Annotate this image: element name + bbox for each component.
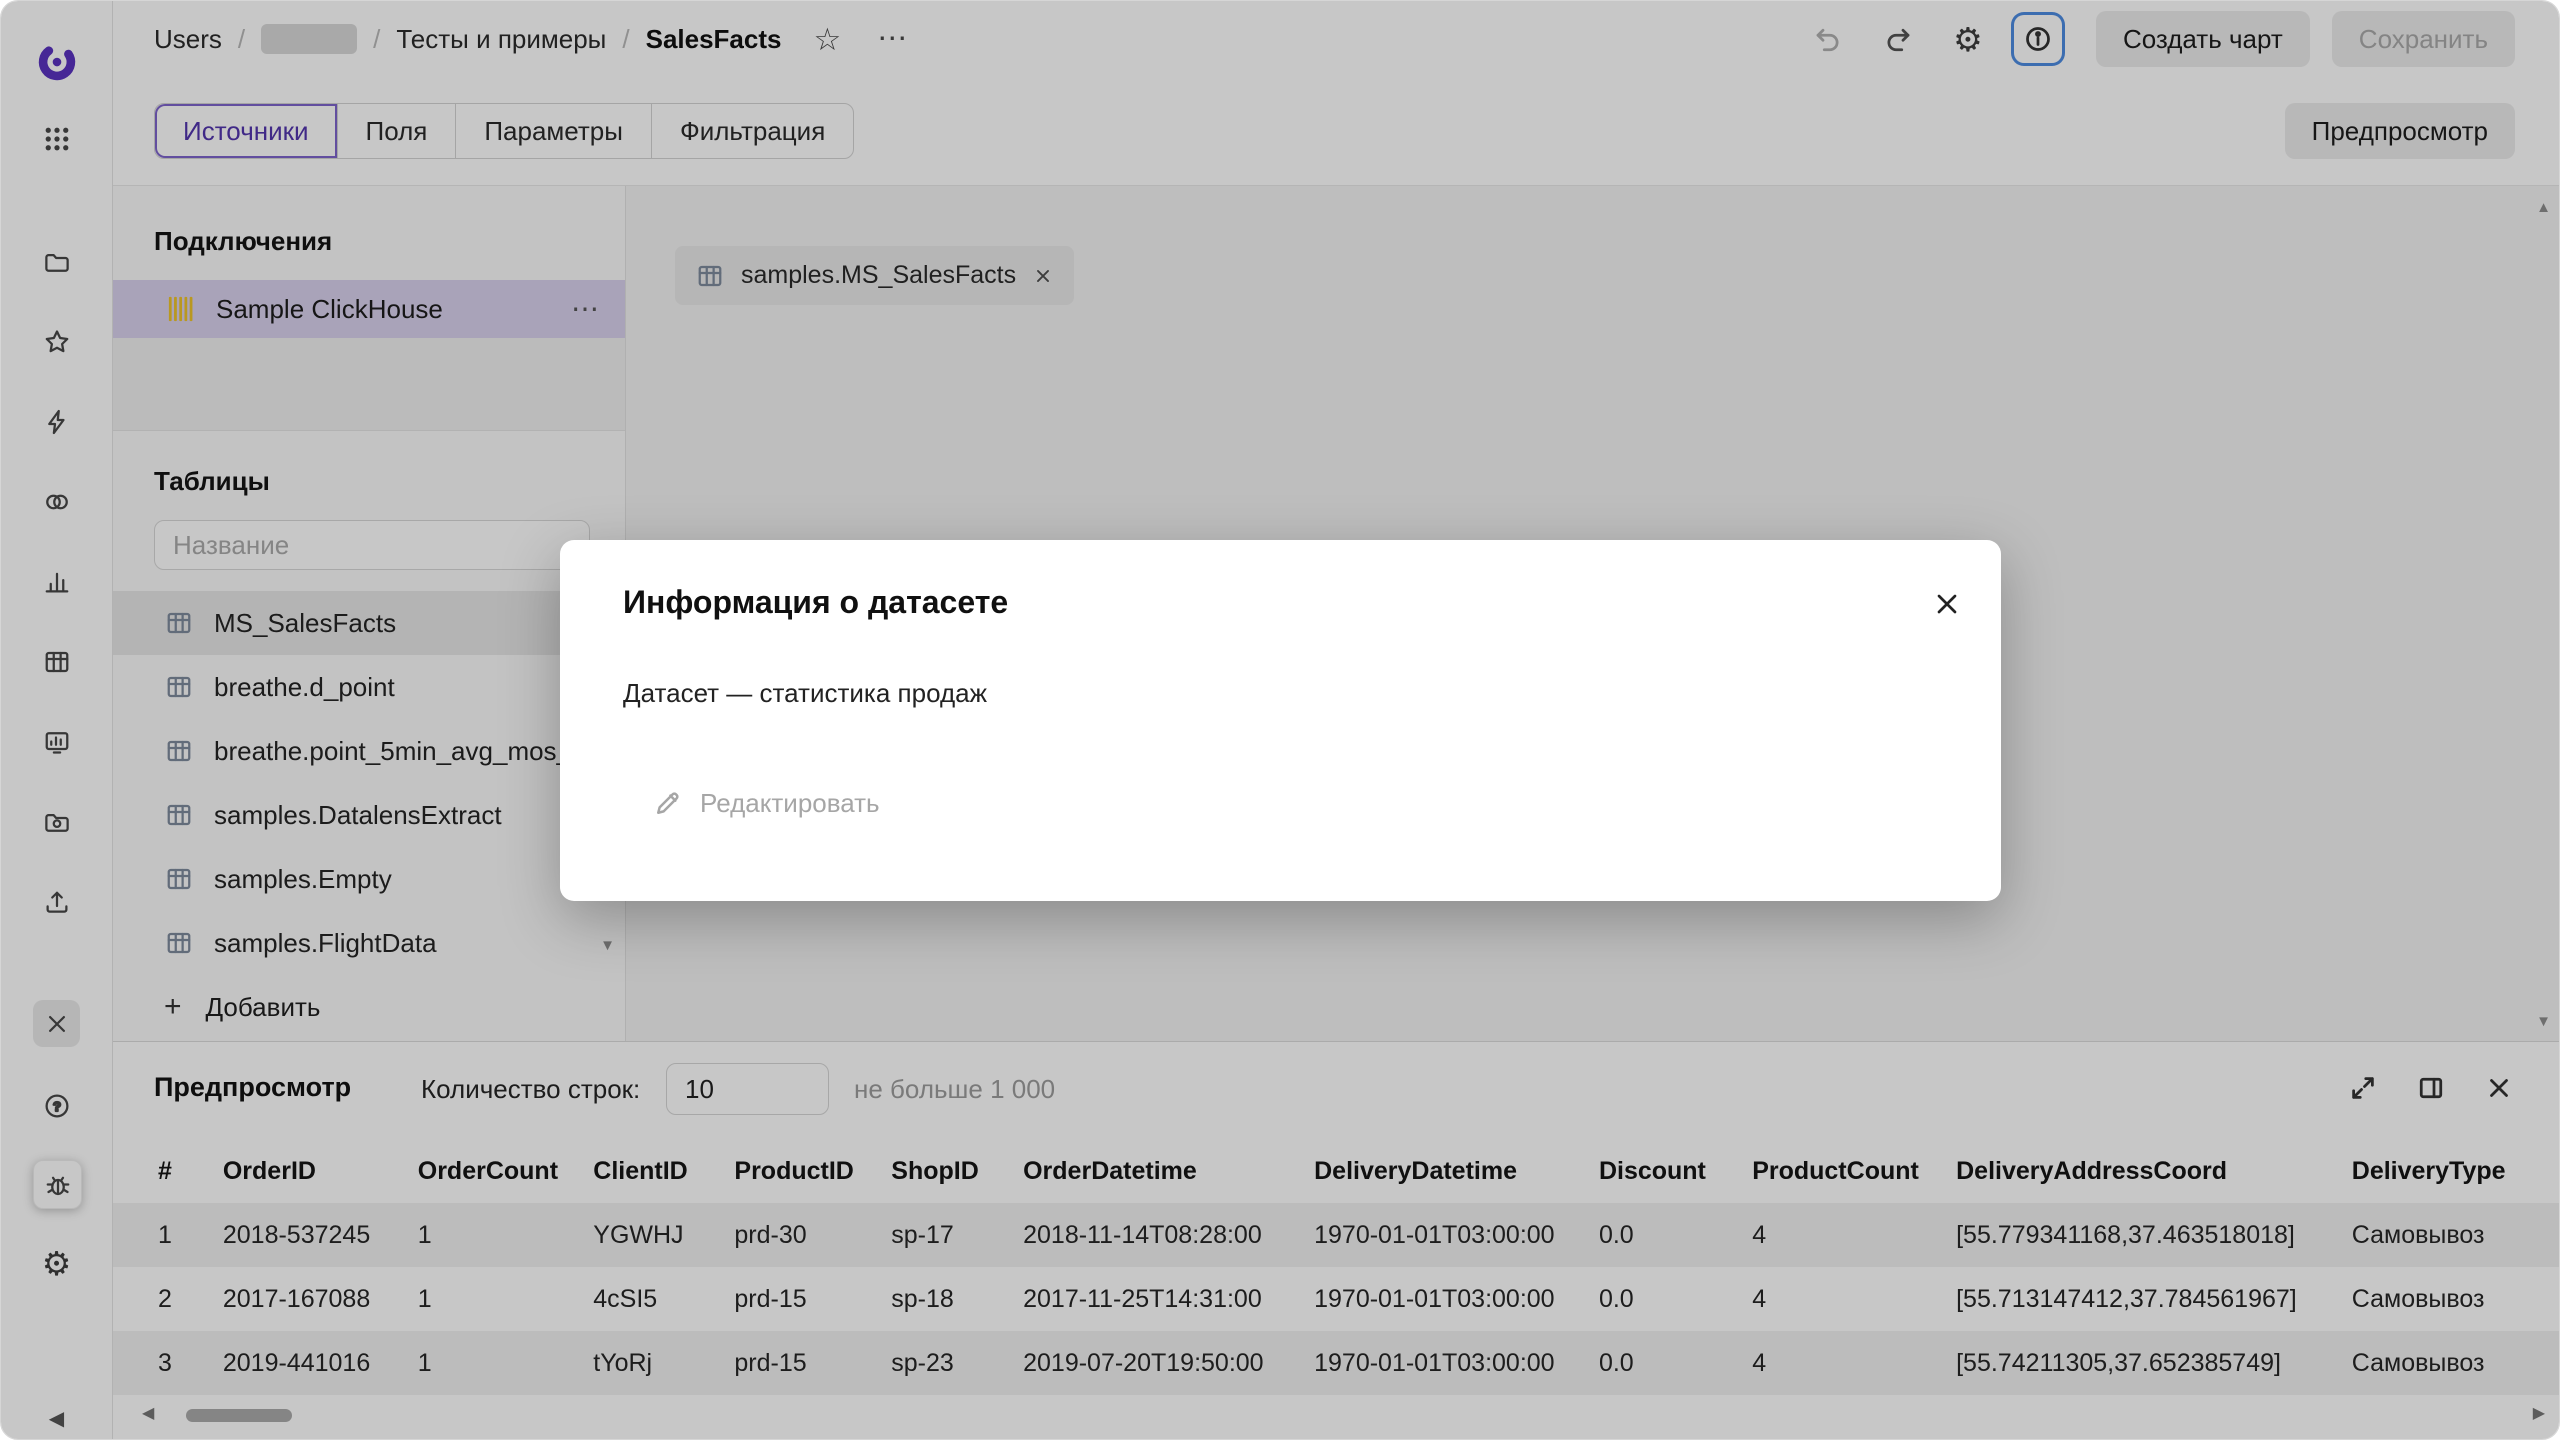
edit-description-button[interactable]: Редактировать	[652, 788, 880, 819]
pencil-icon	[652, 789, 682, 819]
datalens-dataset-editor: ? ⚙ ◀ Users / / Тесты и примеры / SalesF…	[0, 0, 2560, 1440]
dataset-description: Датасет — статистика продаж	[623, 678, 987, 709]
edit-description-label: Редактировать	[700, 788, 880, 819]
modal-title: Информация о датасете	[623, 584, 1008, 621]
modal-close-button[interactable]	[1923, 580, 1971, 628]
dataset-info-modal: Информация о датасете Датасет — статисти…	[560, 540, 2001, 901]
